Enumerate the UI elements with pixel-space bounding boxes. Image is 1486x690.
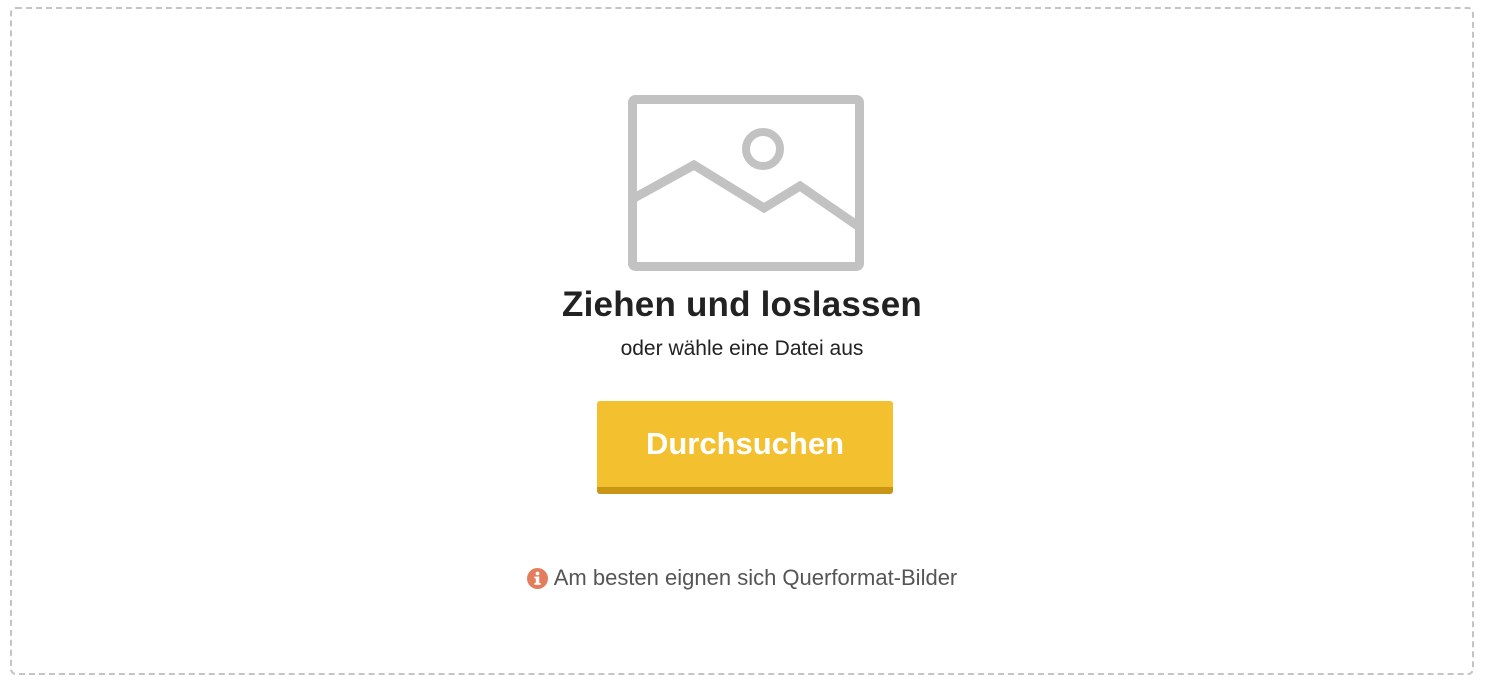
info-icon: [526, 567, 548, 589]
dropzone-title: Ziehen und loslassen: [562, 285, 922, 324]
browse-button[interactable]: Durchsuchen: [597, 401, 893, 494]
dropzone-subtitle: oder wähle eine Datei aus: [620, 337, 864, 360]
file-dropzone[interactable]: Ziehen und loslassen oder wähle eine Dat…: [10, 7, 1474, 675]
hint-text: Am besten eignen sich Querformat-Bilder: [553, 565, 958, 590]
hint: Am besten eignen sich Querformat-Bilder: [12, 565, 1472, 591]
image-placeholder-icon: [628, 95, 864, 271]
